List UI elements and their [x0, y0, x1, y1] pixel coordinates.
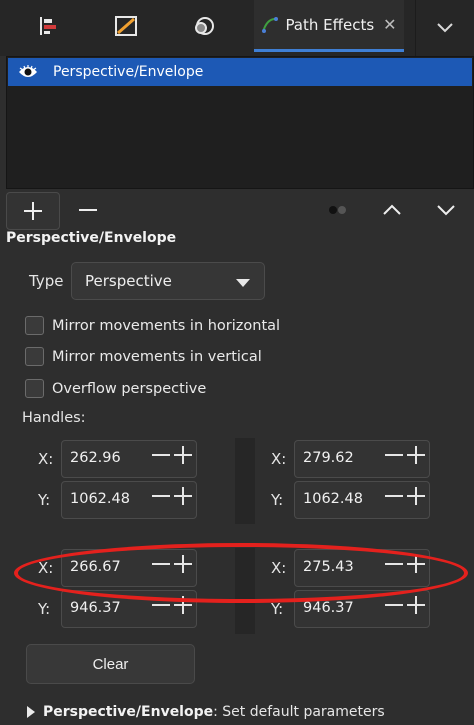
- spin-value[interactable]: 1062.48: [70, 491, 130, 507]
- checkbox-box[interactable]: [25, 347, 44, 366]
- plus-icon: [24, 202, 42, 220]
- axis-label-y: Y:: [271, 491, 284, 509]
- visibility-toggle[interactable]: [8, 65, 48, 79]
- axis-label-y: Y:: [38, 600, 51, 618]
- chevron-up-icon: [383, 204, 401, 215]
- checkbox-label: Mirror movements in horizontal: [52, 317, 281, 334]
- align-icon: [40, 17, 56, 35]
- decrement-button[interactable]: [152, 604, 170, 606]
- footer-effect-name: Perspective/Envelope: [43, 704, 214, 720]
- axis-label-x: X:: [38, 450, 54, 468]
- decrement-button[interactable]: [152, 454, 170, 456]
- add-effect-button[interactable]: [6, 192, 60, 230]
- remove-effect-button[interactable]: [72, 192, 104, 228]
- section-title: Perspective/Envelope: [6, 230, 177, 246]
- chevron-down-icon: [437, 205, 455, 216]
- pagination-dots: [326, 200, 350, 220]
- checkbox-box[interactable]: [25, 379, 44, 398]
- dots-icon: [329, 206, 346, 214]
- tab-path-effects-label: Path Effects: [285, 15, 375, 34]
- handle-1-right-y-input[interactable]: 1062.48: [294, 481, 430, 519]
- fill-stroke-icon: [115, 16, 137, 36]
- expander-arrow-icon[interactable]: [27, 706, 35, 718]
- decrement-button[interactable]: [385, 454, 403, 456]
- path-effects-icon: [262, 16, 279, 33]
- decrement-button[interactable]: [152, 495, 170, 497]
- tab-objects[interactable]: [174, 0, 234, 52]
- caret-down-icon: [236, 279, 250, 287]
- spin-value[interactable]: 1062.48: [303, 491, 363, 507]
- overflow-perspective-checkbox[interactable]: Overflow perspective: [25, 379, 206, 398]
- eye-icon: [19, 65, 37, 77]
- type-select[interactable]: Perspective: [71, 262, 265, 300]
- footer-text: : Set default parameters: [213, 704, 385, 720]
- increment-button[interactable]: [407, 596, 425, 614]
- spin-value[interactable]: 279.62: [303, 450, 354, 466]
- move-down-button[interactable]: [428, 192, 464, 228]
- handle-1-right-x-input[interactable]: 279.62: [294, 440, 430, 478]
- clear-button[interactable]: Clear: [26, 644, 195, 684]
- objects-icon: [195, 17, 214, 35]
- close-icon[interactable]: ✕: [383, 15, 396, 34]
- chevron-down-icon: [437, 23, 453, 33]
- column-separator: [235, 438, 255, 524]
- mirror-horizontal-checkbox[interactable]: Mirror movements in horizontal: [25, 316, 280, 335]
- checkbox-box[interactable]: [25, 316, 44, 335]
- type-label: Type: [29, 272, 64, 290]
- handle-1-left-y-input[interactable]: 1062.48: [61, 481, 197, 519]
- highlight-ellipse: [14, 543, 468, 603]
- tab-fill-stroke[interactable]: [96, 0, 156, 52]
- effect-list: Perspective/Envelope: [6, 56, 474, 189]
- handles-label: Handles:: [22, 410, 86, 426]
- checkbox-label: Mirror movements in vertical: [52, 348, 262, 365]
- spin-value[interactable]: 946.37: [70, 600, 121, 616]
- axis-label-y: Y:: [38, 491, 51, 509]
- move-up-button[interactable]: [374, 192, 410, 228]
- checkbox-label: Overflow perspective: [52, 380, 207, 397]
- tab-path-effects[interactable]: Path Effects ✕: [254, 0, 404, 52]
- spin-value[interactable]: 946.37: [303, 600, 354, 616]
- minus-icon: [79, 209, 97, 211]
- decrement-button[interactable]: [385, 604, 403, 606]
- increment-button[interactable]: [407, 487, 425, 505]
- type-select-value: Perspective: [85, 272, 172, 290]
- increment-button[interactable]: [407, 446, 425, 464]
- tab-align[interactable]: [18, 0, 78, 52]
- tab-menu-button[interactable]: [415, 0, 474, 56]
- axis-label-x: X:: [271, 450, 287, 468]
- footer-hint: Perspective/Envelope : Set default param…: [27, 704, 385, 720]
- tab-bar: Path Effects ✕: [0, 0, 474, 56]
- increment-button[interactable]: [174, 446, 192, 464]
- list-item-label: Perspective/Envelope: [53, 64, 204, 80]
- decrement-button[interactable]: [385, 495, 403, 497]
- handle-1-left-x-input[interactable]: 262.96: [61, 440, 197, 478]
- list-item[interactable]: Perspective/Envelope: [8, 58, 472, 86]
- mirror-vertical-checkbox[interactable]: Mirror movements in vertical: [25, 347, 262, 366]
- increment-button[interactable]: [174, 487, 192, 505]
- spin-value[interactable]: 262.96: [70, 450, 121, 466]
